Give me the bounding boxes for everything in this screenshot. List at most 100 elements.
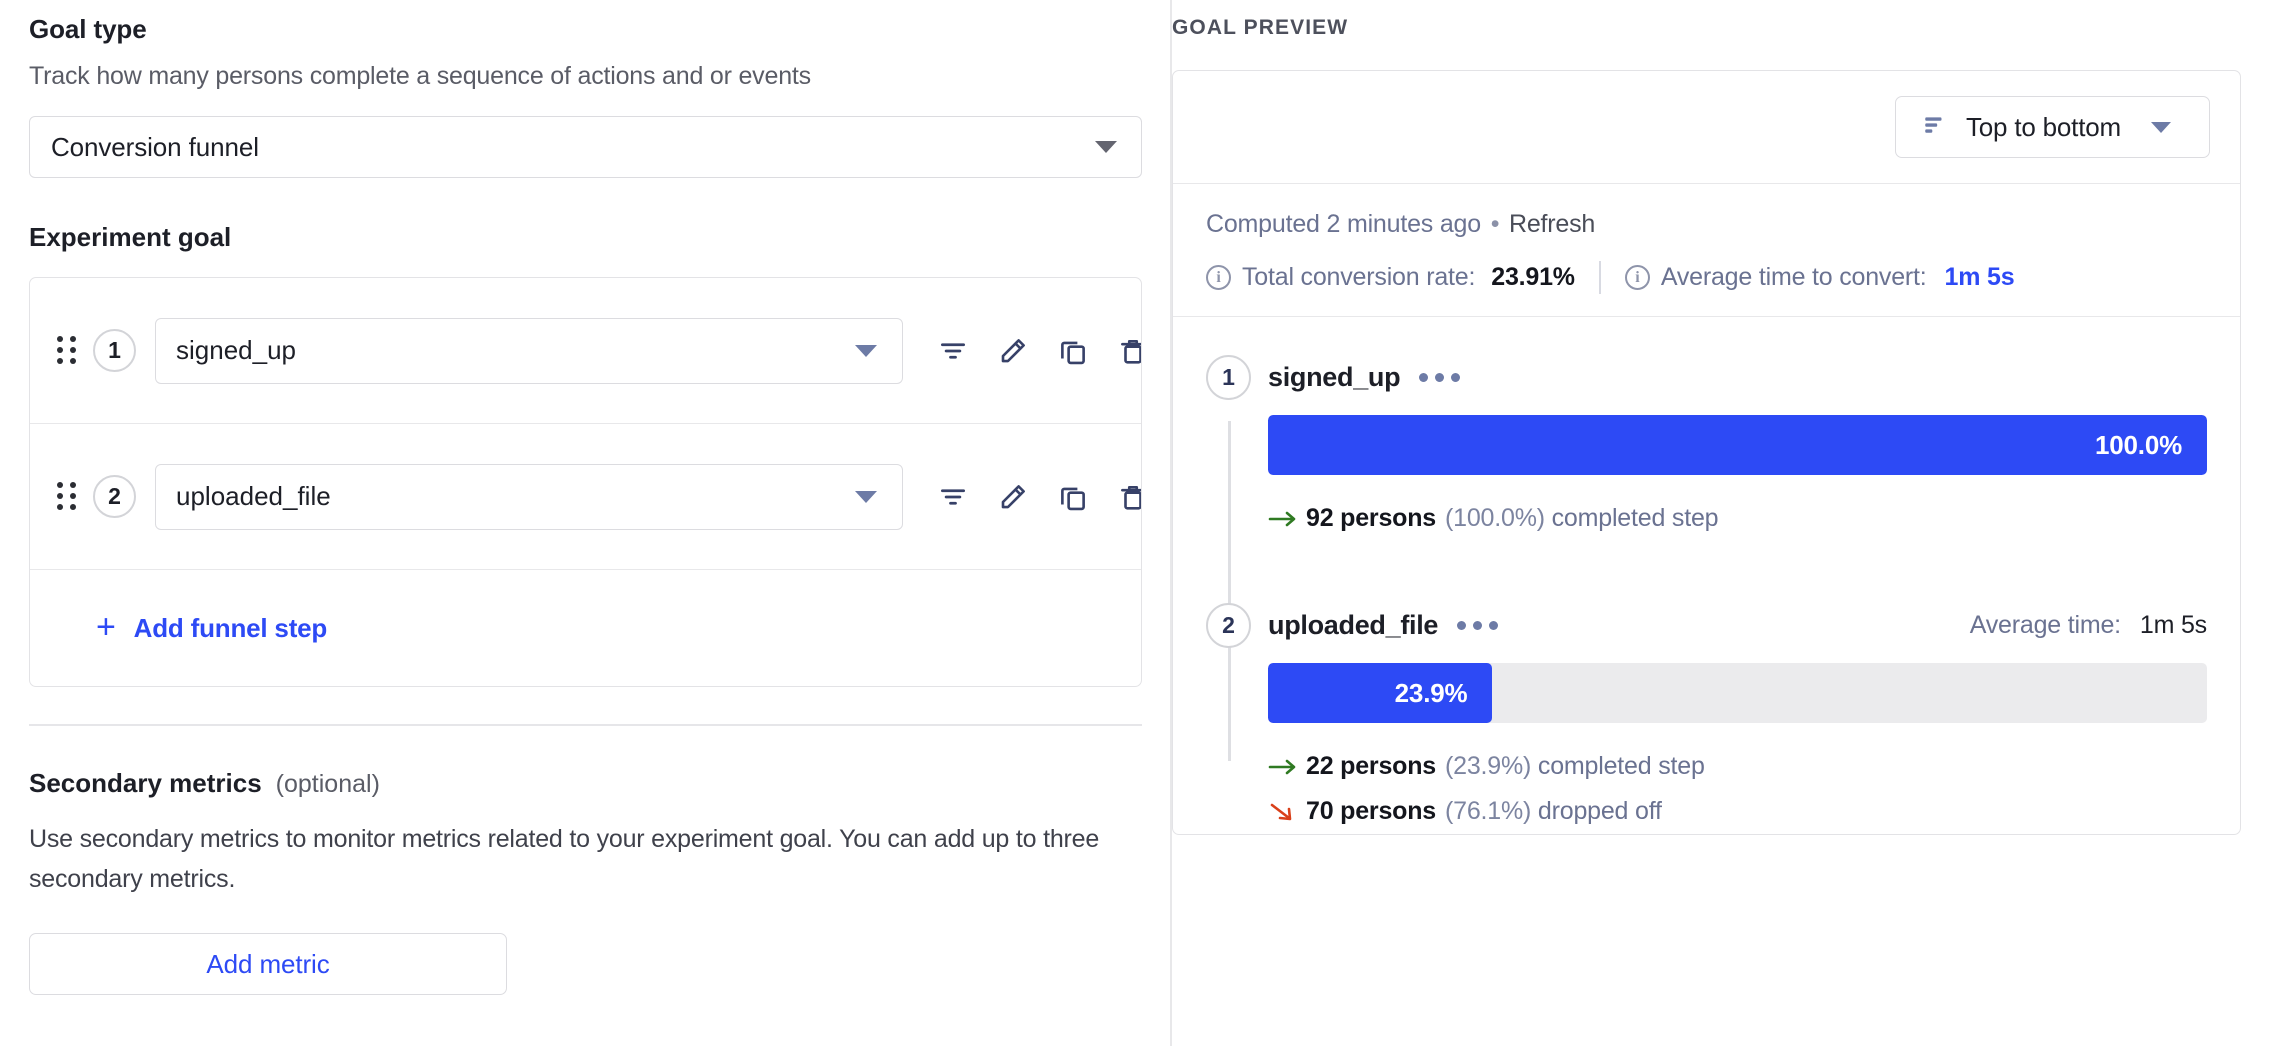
goal-type-selected-value: Conversion funnel — [51, 132, 259, 163]
funnel-preview-step: 2 uploaded_file Average time: 1m 5s 23.9… — [1173, 601, 2240, 834]
drag-handle-icon[interactable] — [57, 336, 79, 366]
chevron-down-icon — [1095, 141, 1117, 153]
edit-pencil-icon[interactable] — [994, 332, 1032, 370]
goal-configuration-screen: Goal type Track how many persons complet… — [0, 0, 2274, 1046]
total-conversion-rate-stat: i Total conversion rate: 23.91% — [1206, 263, 1575, 292]
sort-descending-icon — [1922, 112, 1948, 143]
drag-handle-icon[interactable] — [57, 482, 79, 512]
experiment-goal-heading: Experiment goal — [29, 222, 1170, 253]
step-progress-fill: 23.9% — [1268, 663, 1492, 723]
chevron-down-icon — [2151, 122, 2171, 133]
add-metric-button[interactable]: Add metric — [29, 933, 507, 995]
average-time-to-convert-stat: i Average time to convert: 1m 5s — [1625, 263, 2015, 292]
funnel-steps-card: 1 signed_up — [29, 277, 1142, 687]
goal-preview-card: Top to bottom Computed 2 minutes ago • R… — [1172, 70, 2241, 835]
step-progress-fill: 100.0% — [1268, 415, 2207, 475]
trash-icon[interactable] — [1114, 478, 1142, 516]
step-progress-track: 23.9% — [1268, 663, 2207, 723]
step-actions — [934, 332, 1142, 370]
goal-type-select[interactable]: Conversion funnel — [29, 116, 1142, 178]
secondary-metrics-description: Use secondary metrics to monitor metrics… — [29, 819, 1119, 899]
duplicate-icon[interactable] — [1054, 332, 1092, 370]
arrow-right-icon — [1268, 509, 1306, 529]
add-funnel-step-label: Add funnel step — [134, 613, 327, 644]
step-average-time-value: 1m 5s — [2140, 611, 2207, 640]
average-time-to-convert-value: 1m 5s — [1945, 263, 2015, 292]
computed-timestamp: Computed 2 minutes ago — [1206, 210, 1481, 238]
preview-meta: Computed 2 minutes ago • Refresh i Total… — [1173, 184, 2240, 317]
completed-percent: (100.0%) — [1445, 504, 1545, 532]
arrow-down-right-icon — [1268, 800, 1306, 824]
funnel-preview-body: 1 signed_up 100.0% — [1173, 317, 2240, 834]
goal-preview-heading: GOAL PREVIEW — [1172, 16, 2241, 40]
step-number-badge: 1 — [93, 329, 136, 372]
sort-order-dropdown[interactable]: Top to bottom — [1895, 96, 2210, 158]
funnel-step-row: 1 signed_up — [30, 278, 1141, 424]
goal-type-description: Track how many persons complete a sequen… — [29, 62, 1170, 91]
divider — [29, 724, 1142, 726]
step-stats-lines: 92 persons (100.0%) completed step — [1268, 496, 2240, 541]
trash-icon[interactable] — [1114, 332, 1142, 370]
step-stats-lines: 22 persons (23.9%) completed step — [1268, 744, 2240, 834]
average-time-to-convert-label: Average time to convert: — [1661, 263, 1927, 292]
completed-detail: (23.9%) completed step — [1445, 752, 1705, 781]
completed-suffix: completed step — [1552, 504, 1719, 532]
secondary-metrics-header: Secondary metrics (optional) — [29, 768, 1170, 799]
dropped-off-line: 70 persons (76.1%) dropped off — [1268, 789, 2240, 834]
preview-stats: i Total conversion rate: 23.91% i Averag… — [1206, 261, 2240, 294]
chevron-down-icon — [855, 491, 877, 503]
total-conversion-rate-label: Total conversion rate: — [1242, 263, 1475, 292]
step-progress-label: 100.0% — [2095, 430, 2182, 461]
sort-order-label: Top to bottom — [1966, 112, 2121, 143]
filter-icon[interactable] — [934, 332, 972, 370]
add-funnel-step-row: + Add funnel step — [30, 570, 1141, 686]
step-event-select[interactable]: signed_up — [155, 318, 903, 384]
preview-toolbar: Top to bottom — [1173, 71, 2240, 184]
arrow-right-icon — [1268, 757, 1306, 777]
filter-icon[interactable] — [934, 478, 972, 516]
completed-count: 22 persons — [1306, 752, 1436, 781]
step-actions — [934, 478, 1142, 516]
completed-detail: (100.0%) completed step — [1445, 504, 1718, 533]
duplicate-icon[interactable] — [1054, 478, 1092, 516]
step-event-select[interactable]: uploaded_file — [155, 464, 903, 530]
separator-dot: • — [1488, 210, 1503, 238]
more-horizontal-icon[interactable] — [1419, 373, 1460, 382]
funnel-preview-step-header: 1 signed_up — [1206, 353, 2240, 401]
plus-icon: + — [96, 610, 116, 644]
step-name: signed_up — [1268, 362, 1400, 393]
goal-preview-panel: GOAL PREVIEW Top to bottom — [1172, 0, 2274, 1046]
completed-percent: (23.9%) — [1445, 752, 1531, 780]
step-average-time: Average time: 1m 5s — [1970, 611, 2207, 640]
step-event-value: uploaded_file — [176, 481, 331, 512]
step-average-time-label: Average time: — [1970, 611, 2121, 640]
computed-line: Computed 2 minutes ago • Refresh — [1206, 210, 2240, 239]
refresh-link[interactable]: Refresh — [1509, 210, 1595, 238]
completed-step-line: 22 persons (23.9%) completed step — [1268, 744, 2240, 789]
info-circle-icon[interactable]: i — [1625, 265, 1650, 290]
goal-type-heading: Goal type — [29, 14, 1170, 45]
step-number-badge: 2 — [93, 475, 136, 518]
step-event-value: signed_up — [176, 335, 296, 366]
stat-divider — [1599, 261, 1601, 294]
completed-count: 92 persons — [1306, 504, 1436, 533]
step-connector-line — [1228, 421, 1231, 761]
funnel-preview-step-header: 2 uploaded_file Average time: 1m 5s — [1206, 601, 2240, 649]
add-funnel-step-button[interactable]: + Add funnel step — [96, 613, 327, 644]
completed-suffix: completed step — [1538, 752, 1705, 780]
step-number-badge: 1 — [1206, 355, 1251, 400]
edit-pencil-icon[interactable] — [994, 478, 1032, 516]
dropped-percent: (76.1%) — [1445, 797, 1531, 825]
dropped-suffix: dropped off — [1538, 797, 1662, 825]
more-horizontal-icon[interactable] — [1457, 621, 1498, 630]
step-progress-label: 23.9% — [1395, 678, 1468, 709]
step-name: uploaded_file — [1268, 610, 1438, 641]
info-circle-icon[interactable]: i — [1206, 265, 1231, 290]
dropped-count: 70 persons — [1306, 797, 1436, 826]
total-conversion-rate-value: 23.91% — [1491, 263, 1575, 292]
dropped-detail: (76.1%) dropped off — [1445, 797, 1662, 826]
goal-settings-panel: Goal type Track how many persons complet… — [0, 0, 1172, 1046]
secondary-metrics-title: Secondary metrics — [29, 768, 262, 799]
funnel-step-row: 2 uploaded_file — [30, 424, 1141, 570]
chevron-down-icon — [855, 345, 877, 357]
